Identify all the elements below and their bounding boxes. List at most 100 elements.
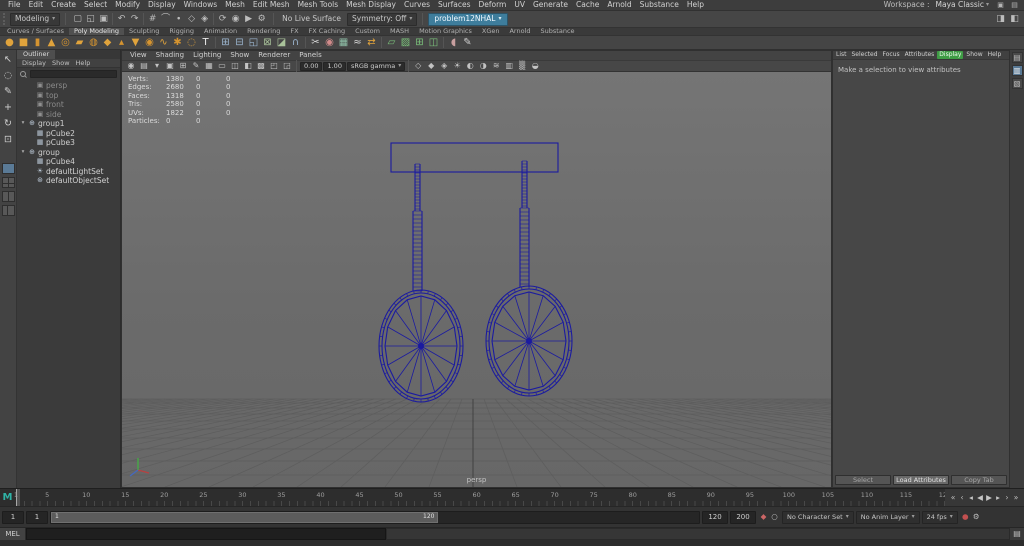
safe-action-icon[interactable]: ◰ bbox=[268, 61, 280, 72]
animation-end-field[interactable]: 200 bbox=[730, 510, 756, 524]
extrude-icon[interactable]: ⊠ bbox=[261, 36, 274, 49]
outliner-menu-help[interactable]: Help bbox=[74, 60, 93, 67]
viewport-menu-shading[interactable]: Shading bbox=[152, 52, 188, 59]
workspace-docking-icon[interactable]: ▣ bbox=[995, 1, 1006, 10]
film-gate-icon[interactable]: ▭ bbox=[216, 61, 228, 72]
outliner-title[interactable]: Outliner bbox=[17, 50, 56, 59]
poly-cube-icon[interactable]: ■ bbox=[17, 36, 30, 49]
menu-windows[interactable]: Windows bbox=[180, 1, 221, 9]
expand-arrow-icon[interactable]: ▾ bbox=[20, 149, 26, 156]
outliner-menu-show[interactable]: Show bbox=[50, 60, 72, 67]
combine-icon[interactable]: ⊞ bbox=[219, 36, 232, 49]
2d-pan-zoom-icon[interactable]: ⊞ bbox=[177, 61, 189, 72]
menu-file[interactable]: File bbox=[4, 1, 25, 9]
ae-menu-display[interactable]: Display bbox=[937, 51, 964, 59]
attribute-editor-tab-icon[interactable]: ▥ bbox=[1011, 65, 1023, 76]
outliner-item-top[interactable]: ▣ top bbox=[17, 91, 120, 101]
poly-pipe-icon[interactable]: ◉ bbox=[143, 36, 156, 49]
show-channel-box-icon[interactable]: ◧ bbox=[1008, 13, 1021, 26]
shelf-tab-rendering[interactable]: Rendering bbox=[242, 28, 285, 35]
select-button[interactable]: Select bbox=[835, 475, 891, 485]
quad-draw-icon[interactable]: ▦ bbox=[337, 36, 350, 49]
camera-attributes-icon[interactable]: ▤ bbox=[138, 61, 150, 72]
range-slider-track[interactable]: 1 120 bbox=[50, 510, 700, 524]
command-input[interactable] bbox=[26, 528, 386, 540]
save-scene-icon[interactable]: ▣ bbox=[97, 13, 110, 26]
workspace-selector[interactable]: Maya Classic ▾ bbox=[933, 1, 992, 9]
menu-modify[interactable]: Modify bbox=[111, 1, 144, 9]
menu-cache[interactable]: Cache bbox=[572, 1, 603, 9]
outliner-item-front[interactable]: ▣ front bbox=[17, 100, 120, 110]
shelf-tab-animation[interactable]: Animation bbox=[199, 28, 242, 35]
menu-generate[interactable]: Generate bbox=[529, 1, 572, 9]
multi-cut-icon[interactable]: ✂ bbox=[309, 36, 322, 49]
poly-soccerball-icon[interactable]: ◌ bbox=[185, 36, 198, 49]
script-editor-icon[interactable]: ▤ bbox=[1010, 528, 1024, 540]
shelf-tab-sculpting[interactable]: Sculpting bbox=[124, 28, 164, 35]
menu-set-selector[interactable]: Modeling ▾ bbox=[10, 12, 61, 26]
channel-box-tab-icon[interactable]: ▤ bbox=[1011, 52, 1023, 63]
sculpt-tool-icon[interactable]: ◖ bbox=[447, 36, 460, 49]
shelf-tab-mash[interactable]: MASH bbox=[385, 28, 414, 35]
smooth-icon[interactable]: ≈ bbox=[351, 36, 364, 49]
go-to-end-button[interactable]: » bbox=[1012, 492, 1021, 504]
use-all-lights-icon[interactable]: ☀ bbox=[451, 61, 463, 72]
lasso-select-tool[interactable]: ◌ bbox=[1, 69, 15, 82]
menu-mesh-tools[interactable]: Mesh Tools bbox=[294, 1, 343, 9]
safe-title-icon[interactable]: ◲ bbox=[281, 61, 293, 72]
menu-curves[interactable]: Curves bbox=[400, 1, 434, 9]
isolate-select-icon[interactable]: ◒ bbox=[529, 61, 541, 72]
gamma-field[interactable]: 1.00 bbox=[323, 61, 346, 71]
poly-cone-icon[interactable]: ▲ bbox=[45, 36, 58, 49]
show-attribute-editor-icon[interactable]: ◨ bbox=[994, 13, 1007, 26]
shadows-icon[interactable]: ◐ bbox=[464, 61, 476, 72]
range-slider-bar[interactable]: 1 120 bbox=[51, 511, 439, 523]
go-to-start-button[interactable]: « bbox=[949, 492, 958, 504]
viewport-menu-show[interactable]: Show bbox=[226, 52, 253, 59]
menu-mesh[interactable]: Mesh bbox=[221, 1, 249, 9]
shelf-tab-substance[interactable]: Substance bbox=[536, 28, 580, 35]
shelf-tab-xgen[interactable]: XGen bbox=[477, 28, 505, 35]
outliner-item-group1[interactable]: ▾ ⊕ group1 bbox=[17, 119, 120, 129]
bevel-icon[interactable]: ◪ bbox=[275, 36, 288, 49]
shelf-tab-motion-graphics[interactable]: Motion Graphics bbox=[414, 28, 477, 35]
bridge-icon[interactable]: ∩ bbox=[289, 36, 302, 49]
viewport-menu-lighting[interactable]: Lighting bbox=[189, 52, 225, 59]
grease-pencil-icon[interactable]: ✎ bbox=[190, 61, 202, 72]
load-attributes-button[interactable]: Load Attributes bbox=[893, 475, 949, 485]
poly-prism-icon[interactable]: ▼ bbox=[129, 36, 142, 49]
snap-curve-icon[interactable]: ⌒ bbox=[159, 13, 172, 26]
menu-deform[interactable]: Deform bbox=[474, 1, 510, 9]
screen-space-ao-icon[interactable]: ◑ bbox=[477, 61, 489, 72]
symmetry-selector[interactable]: Symmetry: Off ▾ bbox=[347, 12, 418, 26]
grid-toggle-icon[interactable]: ▦ bbox=[203, 61, 215, 72]
menu-edit[interactable]: Edit bbox=[25, 1, 48, 9]
poly-gear-icon[interactable]: ✱ bbox=[171, 36, 184, 49]
undo-icon[interactable]: ↶ bbox=[115, 13, 128, 26]
menu-display[interactable]: Display bbox=[144, 1, 180, 9]
render-settings-icon[interactable]: ⚙ bbox=[255, 13, 268, 26]
uv-planar-icon[interactable]: ▱ bbox=[385, 36, 398, 49]
anim-layer-selector[interactable]: No Anim Layer ▾ bbox=[855, 510, 920, 524]
step-back-key-button[interactable]: ◂ bbox=[967, 492, 976, 504]
menu-create[interactable]: Create bbox=[47, 1, 80, 9]
ae-menu-attributes[interactable]: Attributes bbox=[903, 51, 937, 59]
scale-tool[interactable]: ⊡ bbox=[1, 133, 15, 146]
render-icon[interactable]: ◉ bbox=[229, 13, 242, 26]
play-forwards-button[interactable]: ▶ bbox=[985, 492, 994, 504]
menu-arnold[interactable]: Arnold bbox=[603, 1, 635, 9]
single-pane-layout-button[interactable] bbox=[1, 163, 15, 174]
viewport-menu-view[interactable]: View bbox=[126, 52, 151, 59]
target-weld-icon[interactable]: ◉ bbox=[323, 36, 336, 49]
poly-disc-icon[interactable]: ◍ bbox=[87, 36, 100, 49]
shelf-tab-fx-caching[interactable]: FX Caching bbox=[304, 28, 351, 35]
scene-selector[interactable]: problem12NHAL ▾ bbox=[428, 12, 508, 26]
shelf-tab-fx[interactable]: FX bbox=[285, 28, 303, 35]
menu-help[interactable]: Help bbox=[683, 1, 708, 9]
shelf-tab-custom[interactable]: Custom bbox=[350, 28, 385, 35]
outliner-item-defaultobjectset[interactable]: ⊛ defaultObjectSet bbox=[17, 176, 120, 186]
outliner-item-pcube2[interactable]: ▦ pCube2 bbox=[17, 129, 120, 139]
outliner-item-defaultlightset[interactable]: ☀ defaultLightSet bbox=[17, 167, 120, 177]
ae-menu-focus[interactable]: Focus bbox=[881, 51, 902, 59]
outliner-item-pcube4[interactable]: ▦ pCube4 bbox=[17, 157, 120, 167]
